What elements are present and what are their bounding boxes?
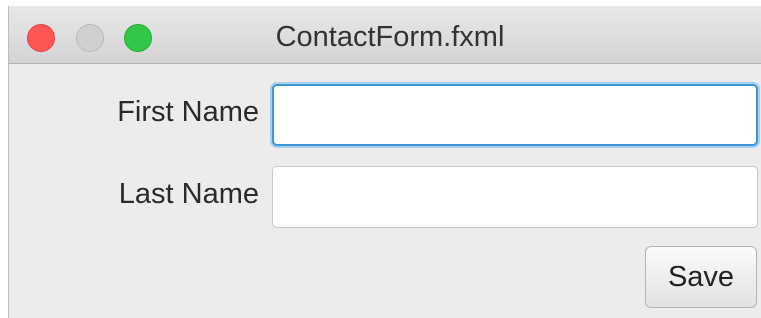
last-name-label: Last Name	[118, 178, 259, 210]
contact-form: First Name Last Name Save	[9, 64, 761, 318]
first-name-label: First Name	[117, 96, 259, 128]
window-title: ContactForm.fxml	[275, 21, 505, 53]
save-button[interactable]: Save	[645, 246, 757, 308]
first-name-field[interactable]	[272, 84, 758, 146]
title-bar[interactable]: ContactForm.fxml	[9, 6, 761, 64]
last-name-field[interactable]	[272, 166, 758, 228]
app-window: ContactForm.fxml First Name Last Name Sa…	[8, 6, 761, 318]
